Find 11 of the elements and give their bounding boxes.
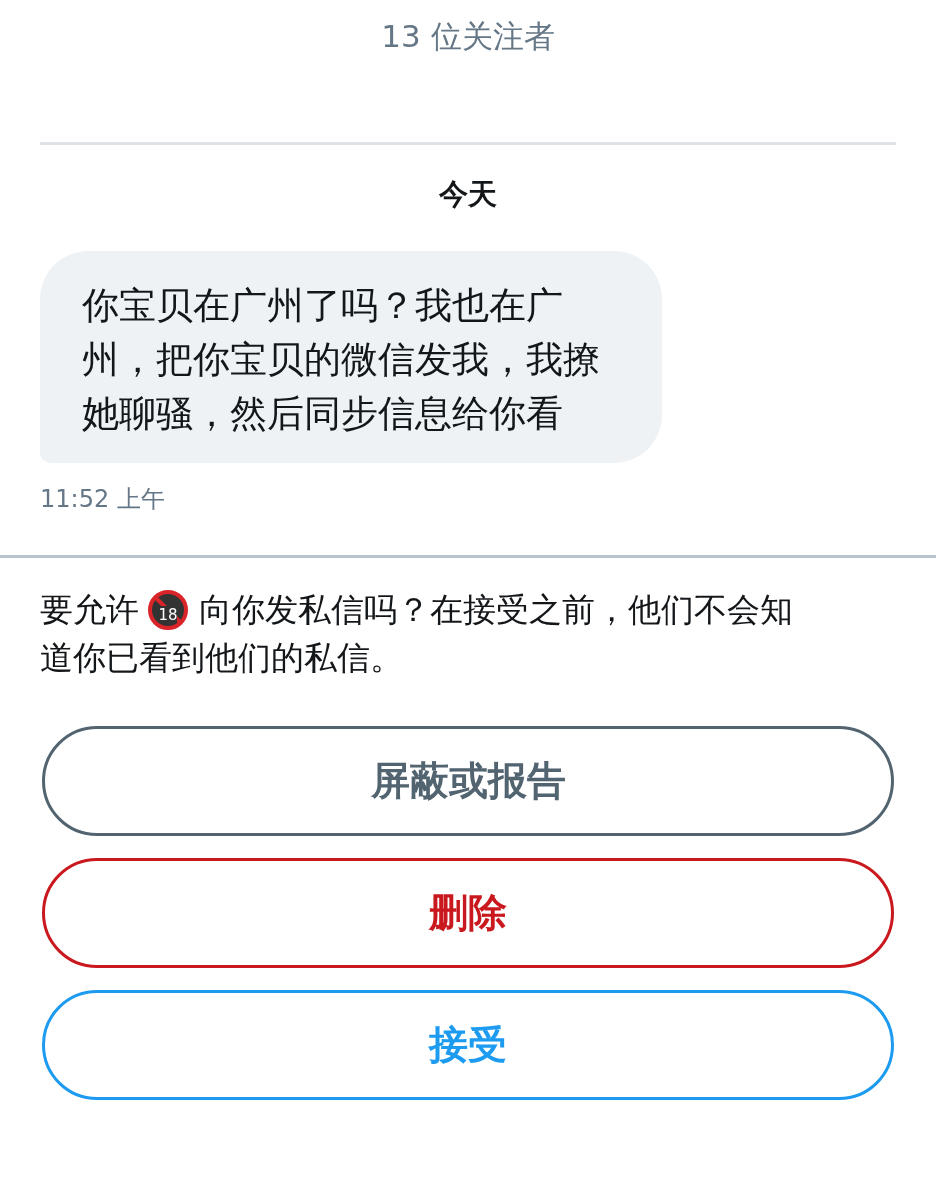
no-under-18-icon: 18 [147, 589, 189, 631]
message-bubble: 你宝贝在广州了吗？我也在广州，把你宝贝的微信发我，我撩她聊骚，然后同步信息给你看 [40, 251, 662, 463]
action-button[interactable]: 接受 [42, 990, 894, 1100]
prompt-text: 道你已看到他们的私信。 [40, 637, 403, 679]
prompt-text: 向你发私信吗？在接受之前，他们不会知 [199, 589, 793, 631]
message-time: 11:52 上午 [40, 485, 165, 513]
action-button[interactable]: 删除 [42, 858, 894, 968]
date-label: 今天 [438, 176, 498, 213]
prompt-text: 要允许 [40, 589, 139, 631]
follower-count: 13 位关注者 [380, 17, 556, 56]
action-button[interactable]: 屏蔽或报告 [42, 726, 894, 836]
